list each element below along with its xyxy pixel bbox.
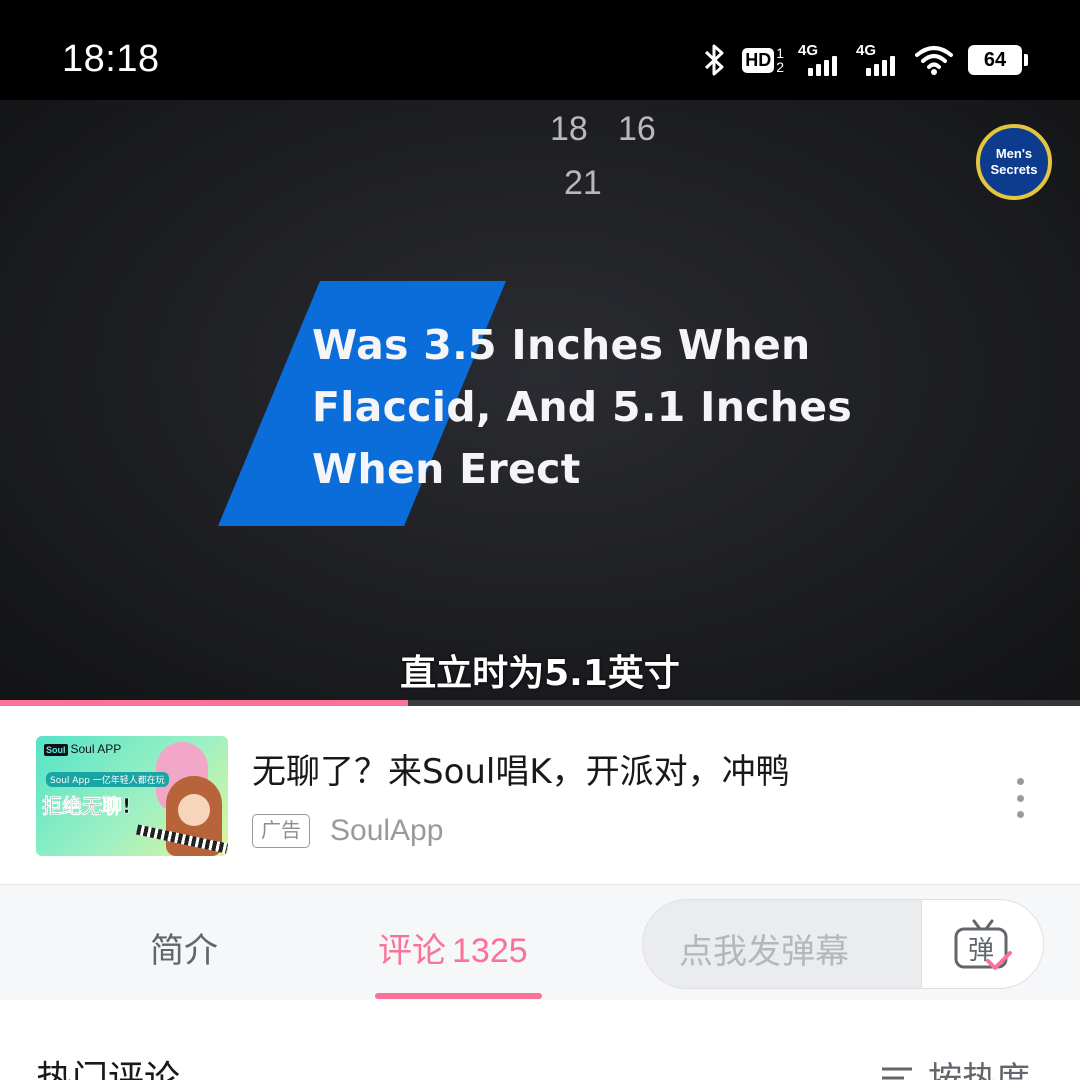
avatar-face <box>178 794 210 826</box>
hd-sub-top: 1 <box>776 45 784 61</box>
overlay-line: When Erect <box>312 445 581 493</box>
ad-thumb-tag: Soul App 一亿年轻人都在玩 <box>46 772 169 787</box>
comment-count: 1325 <box>452 932 528 970</box>
tab-comments-label: 评论 <box>378 931 446 971</box>
channel-logo-line1: Men's <box>995 146 1033 161</box>
video-subtitle: 直立时为5.1英寸 <box>400 653 680 694</box>
channel-logo-line2: Secrets <box>990 162 1038 177</box>
danmaku-toggle-button[interactable]: 弹 <box>921 900 1043 988</box>
hd-label: HD <box>742 47 775 73</box>
video-player[interactable]: 18 16 21 Men's Secrets Was 3.5 Inches Wh… <box>0 100 1080 706</box>
soul-logo-icon: Soul <box>44 744 68 756</box>
ad-thumb-brand-text: Soul APP <box>70 742 122 756</box>
tab-intro[interactable]: 简介 <box>150 923 218 972</box>
bluetooth-icon <box>702 43 728 77</box>
channel-logo: Men's Secrets <box>976 124 1052 200</box>
tab-comments[interactable]: 评论 1325 <box>378 923 528 972</box>
ad-badge: 广告 <box>252 814 310 848</box>
battery-icon: 64 <box>968 45 1028 75</box>
ad-thumbnail[interactable]: Soul Soul APP Soul App 一亿年轻人都在玩 拒绝无聊! <box>36 736 228 856</box>
signal-4g-icon: 4G <box>798 42 842 78</box>
status-icons: HD 1 2 4G 4G 64 <box>702 40 1028 80</box>
ad-source: SoulApp <box>330 814 444 847</box>
danmaku-tv-icon: 弹 <box>954 919 1012 970</box>
hd-sub-bottom: 2 <box>776 59 784 75</box>
active-tab-indicator <box>375 993 542 999</box>
danmaku-comment: 16 <box>618 110 656 148</box>
danmaku-input[interactable]: 点我发弹幕 弹 <box>642 899 1044 989</box>
overlay-line: Was 3.5 Inches When <box>312 321 811 369</box>
ad-thumb-headline: 拒绝无聊! <box>42 794 132 819</box>
more-options-icon[interactable] <box>1006 778 1034 818</box>
comments-header: 热门评论 按热度 <box>0 1000 1080 1080</box>
ad-title[interactable]: 无聊了？来Soul唱K，开派对，冲鸭 <box>252 744 790 793</box>
wifi-icon <box>914 44 954 76</box>
signal-4g-icon: 4G <box>856 42 900 78</box>
danmaku-placeholder: 点我发弹幕 <box>679 932 849 972</box>
sort-icon <box>882 1067 912 1079</box>
danmaku-comment: 18 <box>550 110 588 148</box>
hot-comments-title: 热门评论 <box>36 1059 181 1080</box>
sort-button[interactable]: 按热度 <box>880 1052 1030 1080</box>
ad-card[interactable]: Soul Soul APP Soul App 一亿年轻人都在玩 拒绝无聊! 无聊了… <box>0 706 1080 884</box>
video-overlay-text: Was 3.5 Inches When Flaccid, And 5.1 Inc… <box>312 314 852 500</box>
danmaku-comment: 21 <box>564 164 602 202</box>
ad-thumb-brand: Soul Soul APP <box>44 742 121 756</box>
overlay-line: Flaccid, And 5.1 Inches <box>312 383 853 431</box>
hd-sub: 1 2 <box>776 46 784 74</box>
tab-bar: 简介 评论 1325 点我发弹幕 弹 <box>0 884 1080 1000</box>
status-bar: 18:18 HD 1 2 4G 4G 64 <box>0 0 1080 100</box>
status-time: 18:18 <box>62 38 160 80</box>
sort-label: 按热度 <box>928 1060 1030 1080</box>
hd-voice-icon: HD 1 2 <box>742 46 784 74</box>
